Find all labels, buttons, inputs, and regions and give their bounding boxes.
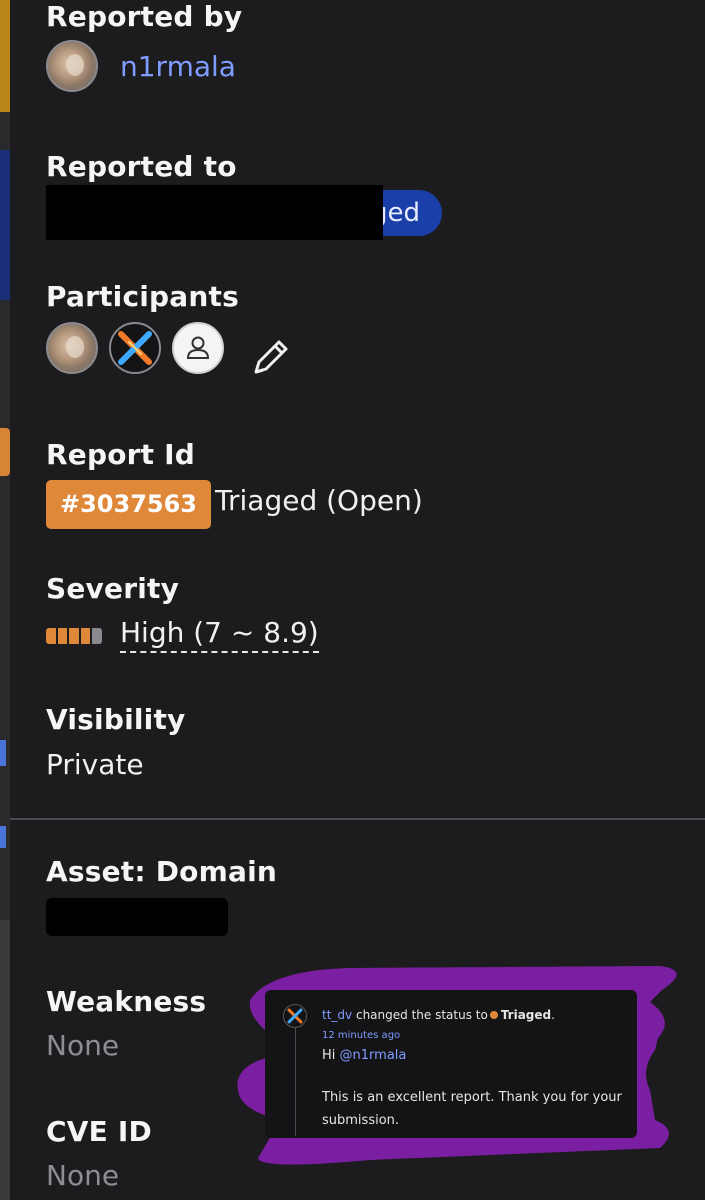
comment-status-line: tt_dv changed the status to Triaged. [322,1008,555,1022]
severity-text[interactable]: High (7 ~ 8.9) [120,616,319,653]
report-details-panel: Reported by n1rmala Reported to ged Part… [10,0,705,1200]
visibility-label: Visibility [46,703,186,736]
background-fragment [0,826,6,848]
severity-label: Severity [46,572,180,605]
background-fragment [0,428,10,476]
background-fragment [0,920,10,1200]
background-fragment [0,0,10,112]
visibility-value: Private [46,748,144,781]
comment-greeting: Hi [322,1048,336,1063]
commenter-avatar[interactable] [283,1004,307,1028]
section-divider [10,818,705,820]
cve-id-label: CVE ID [46,1115,152,1148]
status-dot-icon [489,1011,498,1019]
participant-avatar-x-logo[interactable] [109,322,161,374]
reported-by-label: Reported by [46,0,243,33]
weakness-value: None [46,1029,120,1062]
background-page-edge [0,0,10,1200]
report-id-badge[interactable]: #3037563 [46,480,212,529]
background-fragment [0,740,6,766]
pencil-edit-icon[interactable] [250,336,292,378]
reporter-avatar[interactable] [46,40,98,92]
weakness-label: Weakness [46,985,207,1018]
redaction-block [46,898,228,936]
x-logo-icon [287,1008,303,1024]
reported-to-label: Reported to [46,150,237,183]
reporter-username-link[interactable]: n1rmala [120,50,236,83]
report-status: Triaged (Open) [215,484,423,517]
user-icon [186,336,210,359]
comment-body: This is an excellent report. Thank you f… [322,1090,622,1128]
severity-bar [92,628,102,644]
x-logo-icon [118,331,152,365]
commenter-username-link[interactable]: tt_dv [322,1008,352,1022]
participants-label: Participants [46,280,239,313]
cve-id-value: None [46,1159,120,1192]
severity-bar [46,628,56,644]
comment-new-status: Triaged [500,1008,552,1022]
background-fragment [0,150,10,300]
severity-meter [46,628,102,644]
report-id-label: Report Id [46,438,196,471]
comment-period: . [551,1008,555,1022]
participant-avatar-default[interactable] [172,322,224,374]
asset-label: Asset: Domain [46,855,278,888]
comment-action-text: changed the status to [355,1008,488,1022]
participant-avatar-cat[interactable] [46,322,98,374]
redaction-block [46,185,383,240]
activity-comment-card: tt_dv changed the status to Triaged. 12 m… [265,990,637,1138]
severity-bar [80,628,91,644]
severity-bar [69,628,79,644]
comment-timestamp[interactable]: 12 minutes ago [322,1030,400,1041]
comment-greeting-line: Hi @n1rmala [322,1048,406,1063]
timeline-line [295,1010,296,1136]
comment-mention-link[interactable]: @n1rmala [340,1048,407,1063]
severity-bar [57,628,68,644]
